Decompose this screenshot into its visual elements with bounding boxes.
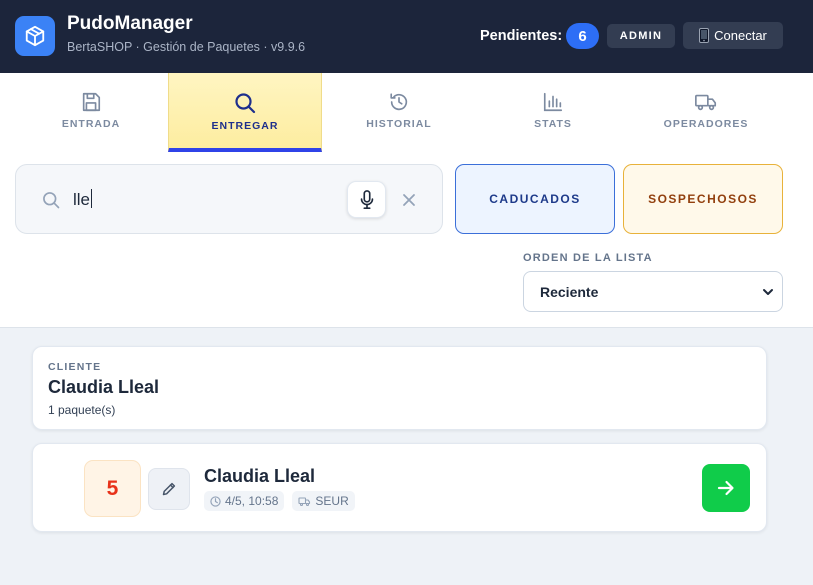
bar-chart-icon <box>543 92 563 112</box>
connect-label: Conectar <box>714 28 767 43</box>
admin-button[interactable]: ADMIN <box>607 24 675 48</box>
app-title: PudoManager <box>67 13 193 34</box>
app-header: PudoManager BertaSHOP · Gestión de Paque… <box>0 0 813 73</box>
phone-icon <box>699 28 710 43</box>
text-caret <box>91 189 93 208</box>
tab-label: OPERADORES <box>663 118 749 130</box>
pencil-icon <box>162 482 176 496</box>
package-count: 1 paquete(s) <box>48 403 116 417</box>
package-carrier: SEUR <box>315 494 349 508</box>
client-name: Claudia Lleal <box>48 377 160 397</box>
package-recipient-name: Claudia Lleal <box>204 466 316 486</box>
search-field[interactable]: lle <box>15 164 443 234</box>
client-card: CLIENTE Claudia Lleal 1 paquete(s) <box>32 346 767 430</box>
caducados-filter-button[interactable]: CADUCADOS <box>455 164 615 234</box>
tab-label: STATS <box>534 118 572 130</box>
tab-historial[interactable]: HISTORIAL <box>322 73 476 152</box>
carrier-chip: SEUR <box>292 491 355 511</box>
pending-count-badge[interactable]: 6 <box>566 23 599 49</box>
chevron-down-icon <box>763 289 773 295</box>
truck-icon <box>298 496 311 506</box>
package-date: 4/5, 10:58 <box>225 494 279 508</box>
microphone-button[interactable] <box>347 181 386 218</box>
truck-icon <box>695 94 717 111</box>
close-icon <box>403 194 415 206</box>
search-input[interactable]: lle <box>73 189 93 210</box>
search-value: lle <box>73 190 91 209</box>
clear-search-button[interactable] <box>398 189 420 211</box>
edit-button[interactable] <box>148 468 190 510</box>
history-icon <box>390 93 408 111</box>
pending-label: Pendientes: <box>480 28 563 44</box>
order-select[interactable]: Reciente <box>523 271 783 312</box>
deliver-button[interactable] <box>702 464 750 512</box>
save-icon <box>82 92 101 112</box>
tab-entrada[interactable]: ENTRADA <box>14 73 168 152</box>
client-label: CLIENTE <box>48 361 102 373</box>
search-icon <box>43 192 60 209</box>
tab-operadores[interactable]: OPERADORES <box>630 73 782 152</box>
order-label: ORDEN DE LA LISTA <box>523 252 653 264</box>
date-chip: 4/5, 10:58 <box>204 491 285 511</box>
order-selected-value: Reciente <box>540 283 599 300</box>
package-row[interactable]: 5 Claudia Lleal 4/5, 10:58 SEUR <box>32 443 767 532</box>
package-number-badge: 5 <box>84 460 141 517</box>
tab-label: ENTREGAR <box>211 120 279 132</box>
control-panel: ENTRADA ENTREGAR HISTORIAL STATS OPERADO… <box>0 73 813 328</box>
tab-label: ENTRADA <box>61 118 121 130</box>
app-subtitle: BertaSHOP · Gestión de Paquetes · v9.9.6 <box>67 40 306 54</box>
arrow-right-icon <box>717 480 734 496</box>
sospechosos-filter-button[interactable]: SOSPECHOSOS <box>623 164 783 234</box>
microphone-icon <box>360 189 373 209</box>
tab-stats[interactable]: STATS <box>476 73 630 152</box>
connect-button[interactable]: Conectar <box>683 22 783 49</box>
search-icon <box>235 93 256 114</box>
tab-label: HISTORIAL <box>366 118 432 130</box>
tab-entregar[interactable]: ENTREGAR <box>168 73 322 152</box>
package-icon <box>15 16 55 56</box>
clock-icon <box>210 495 221 507</box>
package-meta: 4/5, 10:58 SEUR <box>204 491 355 511</box>
